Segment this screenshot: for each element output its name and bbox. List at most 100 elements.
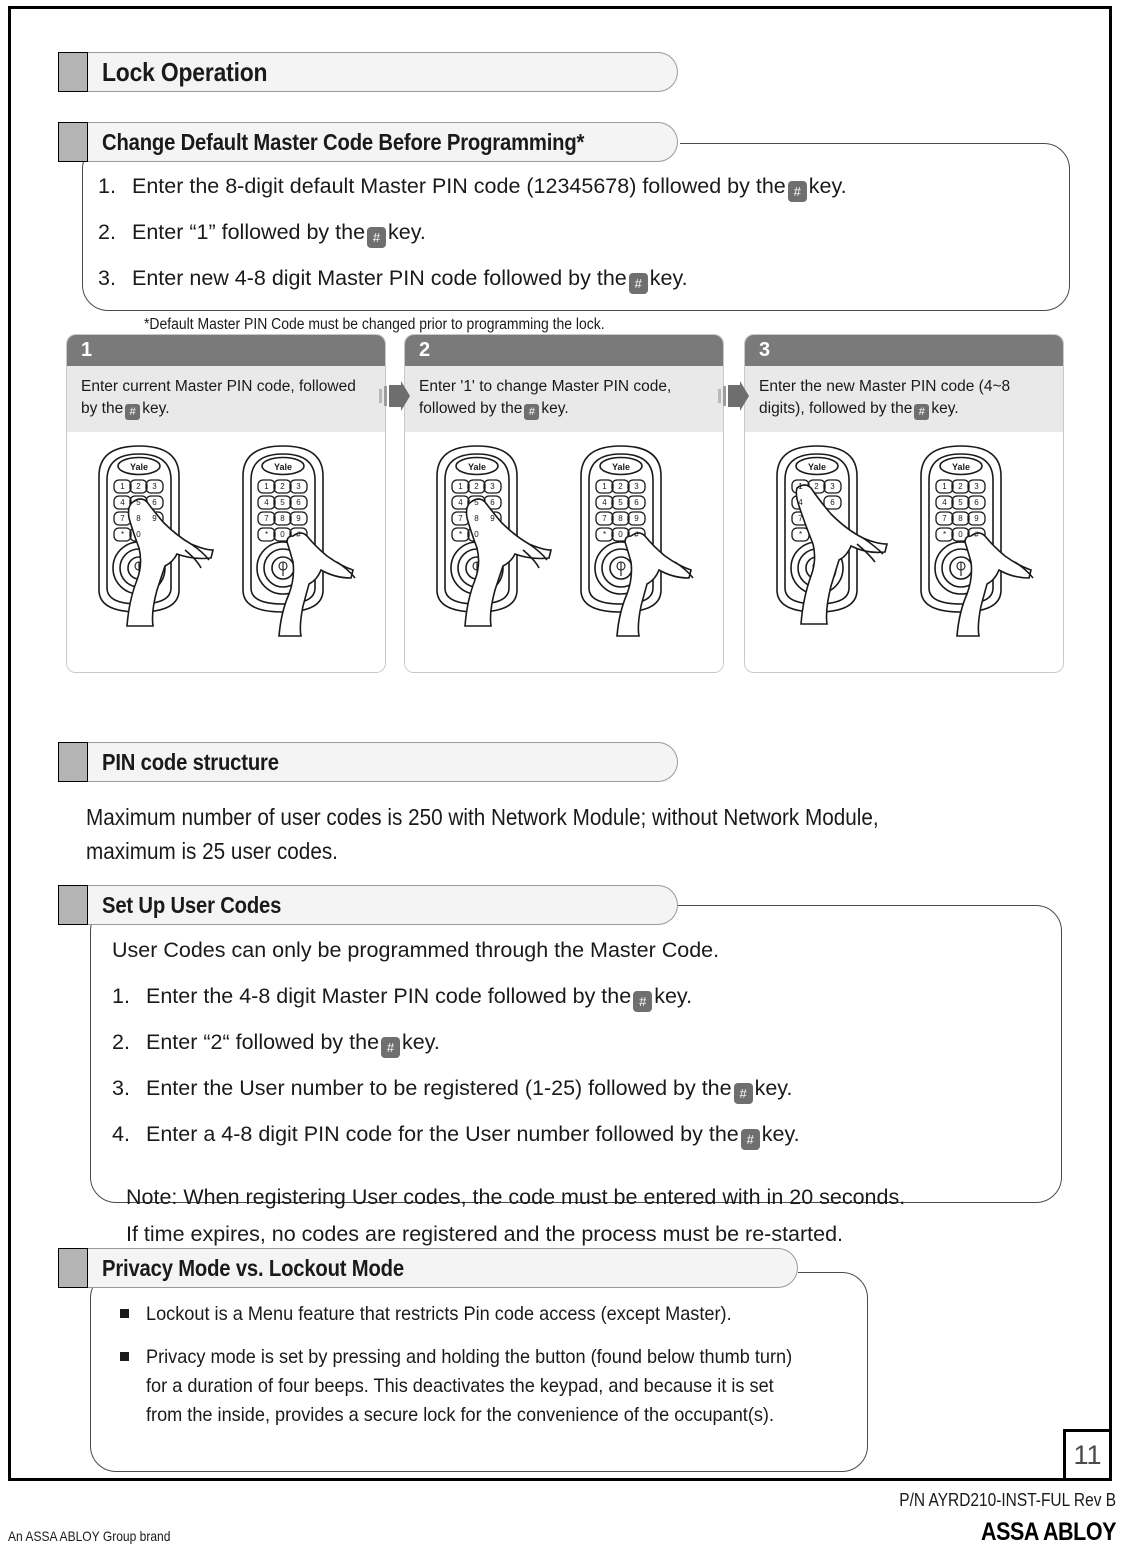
section-title-pin-structure: PIN code structure <box>102 748 279 775</box>
svg-text:8: 8 <box>958 514 963 523</box>
svg-text:7: 7 <box>602 514 607 523</box>
step-caption-after: key. <box>931 400 959 417</box>
header-tab: Change Default Master Code Before Progra… <box>88 122 678 162</box>
bullet-square-icon <box>120 1343 146 1430</box>
list-item: 1. Enter the 8-digit default Master PIN … <box>98 168 1048 205</box>
keypad-lock-pair-illustration: Yale 1 2 3 4 5 6 7 8 9 * 0 Yale 1 2 3 4 5 6 7 8 9 * 0 # <box>436 445 694 637</box>
list-number: 1. <box>98 174 116 198</box>
hash-key-icon: # <box>787 181 807 202</box>
bullet-square-icon <box>120 1300 146 1329</box>
hash-key-icon: # <box>367 227 387 248</box>
list-item: 3. Enter new 4-8 digit Master PIN code f… <box>98 260 1048 297</box>
svg-text:*: * <box>799 530 802 539</box>
list-text-after: key. <box>754 1076 793 1100</box>
header-square-icon <box>58 122 88 162</box>
list-number: 3. <box>112 1076 130 1100</box>
list-text-before: Enter new 4-8 digit Master PIN code foll… <box>132 266 627 290</box>
svg-text:2: 2 <box>474 482 479 491</box>
svg-text:0: 0 <box>618 530 623 539</box>
list-text-after: key. <box>761 1122 800 1146</box>
footer-group-brand: An ASSA ABLOY Group brand <box>8 1528 171 1544</box>
svg-text:7: 7 <box>942 514 947 523</box>
bullet-text: Privacy mode is set by pressing and hold… <box>146 1346 793 1426</box>
set-up-user-codes-intro: User Codes can only be programmed throug… <box>112 938 720 962</box>
header-square-icon <box>58 1248 88 1288</box>
hash-key-icon: # <box>125 404 141 420</box>
svg-text:0: 0 <box>474 530 479 539</box>
hash-key-icon: # <box>633 991 653 1012</box>
list-item: 2. Enter “2“ followed by the # key. <box>112 1024 1042 1061</box>
svg-text:Yale: Yale <box>952 462 970 472</box>
svg-text:7: 7 <box>120 514 125 523</box>
hash-key-icon: # <box>740 1129 760 1150</box>
svg-text:#: # <box>634 530 639 539</box>
list-number: 3. <box>98 266 116 290</box>
change-master-steps: 1. Enter the 8-digit default Master PIN … <box>98 168 1048 343</box>
section-title-lock-operation: Lock Operation <box>102 56 268 87</box>
list-item: 3. Enter the User number to be registere… <box>112 1070 1042 1107</box>
footer-part-number: P/N AYRD210-INST-FUL Rev B <box>899 1490 1116 1510</box>
step-caption: Enter the new Master PIN code (4~8 digit… <box>745 366 1063 432</box>
svg-text:4: 4 <box>798 498 803 507</box>
hash-key-icon: # <box>381 1037 401 1058</box>
svg-text:5: 5 <box>618 498 623 507</box>
bullet-text: Lockout is a Menu feature that restricts… <box>146 1303 732 1325</box>
arrow-step-1-to-2-icon <box>379 381 410 411</box>
header-square-icon <box>58 742 88 782</box>
svg-text:6: 6 <box>296 498 301 507</box>
svg-text:1: 1 <box>798 482 803 491</box>
svg-text:Yale: Yale <box>274 462 292 472</box>
list-text-before: Enter the 4-8 digit Master PIN code foll… <box>146 984 632 1008</box>
svg-text:0: 0 <box>280 530 285 539</box>
hash-key-icon: # <box>524 404 540 420</box>
svg-text:4: 4 <box>458 498 463 507</box>
svg-text:2: 2 <box>958 482 963 491</box>
svg-text:9: 9 <box>634 514 639 523</box>
header-tab: Lock Operation <box>88 52 678 92</box>
set-up-user-codes-note-1: Note: When registering User codes, the c… <box>126 1185 906 1209</box>
list-number: 2. <box>98 220 116 244</box>
pin-structure-line-2: maximum is 25 user codes. <box>86 838 338 864</box>
svg-text:5: 5 <box>958 498 963 507</box>
svg-text:3: 3 <box>634 482 639 491</box>
step-caption: Enter '1' to change Master PIN code, fol… <box>405 366 723 432</box>
svg-text:6: 6 <box>634 498 639 507</box>
svg-text:Yale: Yale <box>130 462 148 472</box>
privacy-lockout-bullets: Lockout is a Menu feature that restricts… <box>120 1300 860 1444</box>
svg-text:9: 9 <box>490 514 495 523</box>
svg-text:*: * <box>121 530 124 539</box>
svg-text:3: 3 <box>830 482 835 491</box>
page-number: 11 <box>1063 1429 1112 1481</box>
list-text: Enter the 4-8 digit Master PIN code foll… <box>146 978 692 1015</box>
step-caption: Enter current Master PIN code, followed … <box>67 366 385 432</box>
svg-text:#: # <box>296 530 301 539</box>
svg-text:0: 0 <box>136 530 141 539</box>
list-text-after: key. <box>654 984 693 1008</box>
header-square-icon <box>58 52 88 92</box>
pin-structure-text: Maximum number of user codes is 250 with… <box>86 800 1046 868</box>
step-illustration-1: Yale 1 2 3 4 5 6 7 8 9 * 0 Yale 1 2 3 4 5 6 7 8 9 * 0 # <box>67 432 385 672</box>
svg-text:5: 5 <box>474 498 479 507</box>
list-number: 4. <box>112 1122 130 1146</box>
section-header-set-up-user-codes: Set Up User Codes <box>58 885 678 925</box>
svg-text:5: 5 <box>136 498 141 507</box>
list-item: Lockout is a Menu feature that restricts… <box>120 1300 860 1329</box>
svg-text:#: # <box>974 530 979 539</box>
list-item: 2. Enter “1” followed by the # key. <box>98 214 1048 251</box>
svg-text:6: 6 <box>830 498 835 507</box>
pin-structure-line-1: Maximum number of user codes is 250 with… <box>86 804 879 830</box>
svg-text:8: 8 <box>474 514 479 523</box>
header-tab: Set Up User Codes <box>88 885 678 925</box>
list-text: Enter a 4-8 digit PIN code for the User … <box>146 1116 800 1153</box>
svg-text:2: 2 <box>280 482 285 491</box>
step-panel-2: 2 Enter '1' to change Master PIN code, f… <box>404 334 724 673</box>
list-text: Enter new 4-8 digit Master PIN code foll… <box>132 260 688 297</box>
svg-text:1: 1 <box>942 482 947 491</box>
header-tab: Privacy Mode vs. Lockout Mode <box>88 1248 798 1288</box>
svg-text:6: 6 <box>152 498 157 507</box>
section-title-change-master: Change Default Master Code Before Progra… <box>102 128 585 155</box>
svg-text:3: 3 <box>490 482 495 491</box>
svg-text:3: 3 <box>974 482 979 491</box>
set-up-user-codes-body: User Codes can only be programmed throug… <box>112 932 1042 1253</box>
svg-text:4: 4 <box>120 498 125 507</box>
